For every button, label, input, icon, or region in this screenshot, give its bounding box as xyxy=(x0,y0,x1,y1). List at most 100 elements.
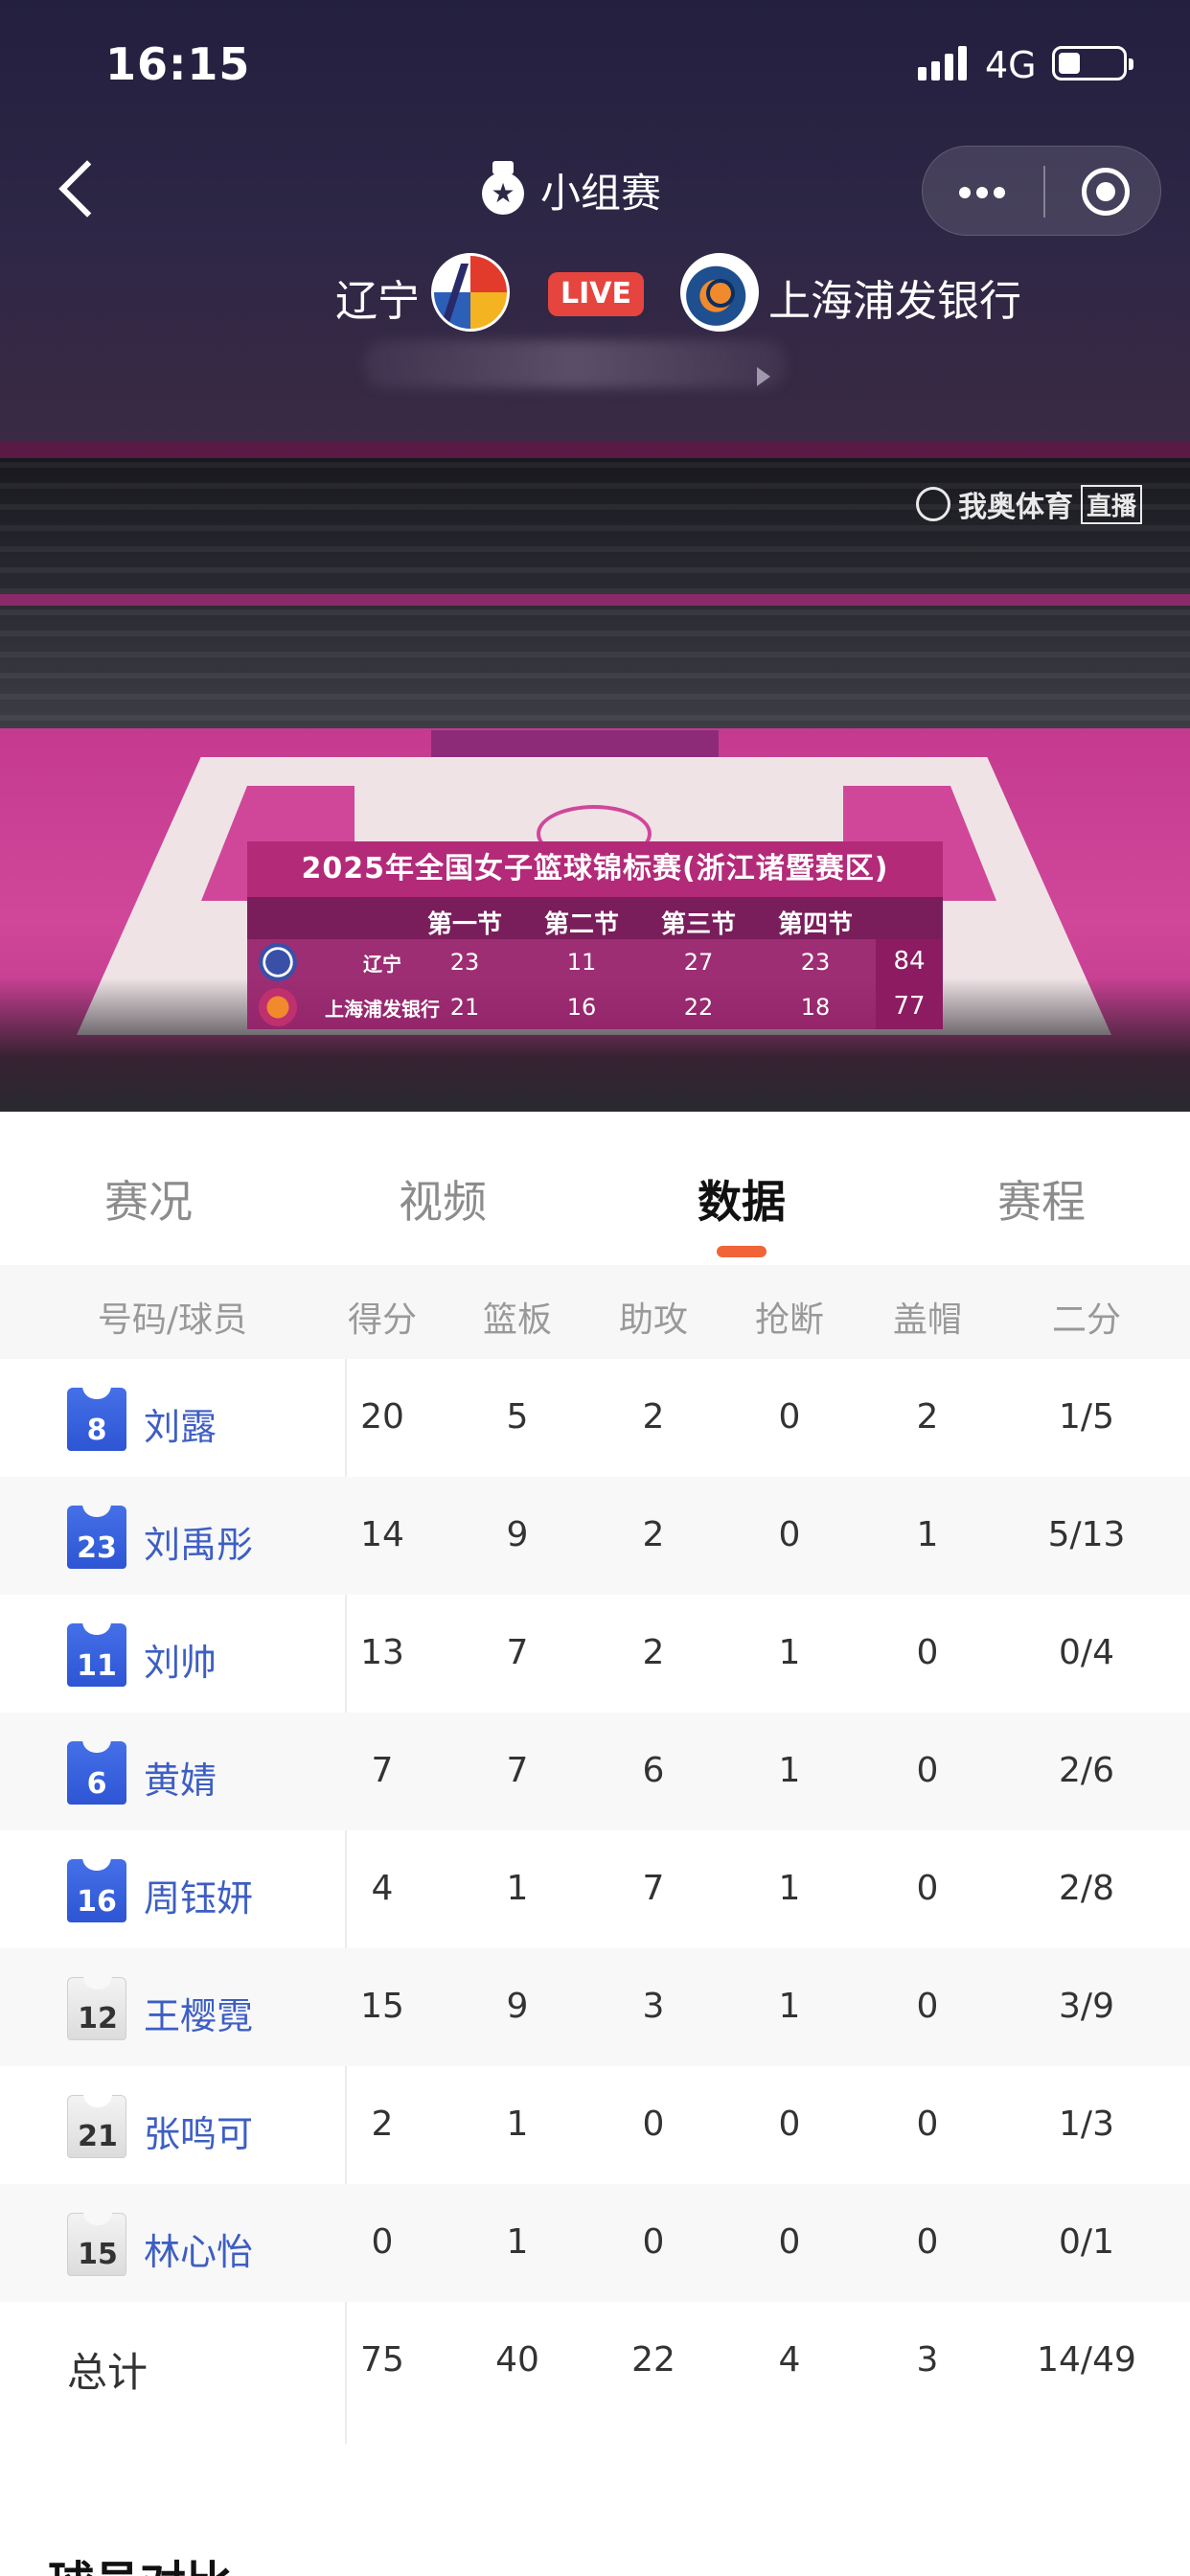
table-row[interactable]: 23 刘禹彤 14 9 2 0 1 5/13 xyxy=(0,1477,1190,1595)
stat-rebounds: 9 xyxy=(506,1515,529,1554)
stat-points: 15 xyxy=(360,1987,404,2026)
stat-blocks: 0 xyxy=(916,1869,939,1908)
table-row[interactable]: 11 刘帅 13 7 2 1 0 0/4 xyxy=(0,1595,1190,1713)
column-header-points: 得分 xyxy=(347,1300,417,1340)
table-total-row: 总计 75 40 22 4 3 14/49 xyxy=(0,2302,1190,2420)
total-label: 总计 xyxy=(67,2349,149,2396)
scoreboard-row-away: 上海浦发银行 21 16 22 18 77 xyxy=(247,984,943,1029)
stat-assists: 2 xyxy=(642,1515,665,1554)
jersey-number: 11 xyxy=(77,1649,117,1683)
table-row[interactable]: 16 周钰妍 4 1 7 1 0 2/8 xyxy=(0,1830,1190,1948)
stat-points: 14 xyxy=(360,1515,404,1554)
broadcaster-tag: 直播 xyxy=(1080,484,1142,524)
jersey-number: 21 xyxy=(78,2120,118,2153)
away-team-logo[interactable] xyxy=(680,253,759,332)
table-row[interactable]: 21 张鸣可 2 1 0 0 0 1/3 xyxy=(0,2066,1190,2184)
quarter-score: 18 xyxy=(800,994,831,1021)
broadcaster-watermark: 我奥体育 直播 xyxy=(915,483,1142,525)
home-mini-logo-icon xyxy=(259,943,297,981)
jersey-number: 16 xyxy=(77,1885,117,1919)
live-video-player[interactable]: 我奥体育 直播 2025年全国女子篮球锦标赛(浙江诸暨赛区) 第一节 第二节 第… xyxy=(0,441,1190,1112)
stat-points: 20 xyxy=(360,1397,404,1437)
live-badge: LIVE xyxy=(548,272,644,316)
stat-steals: 0 xyxy=(778,2104,801,2144)
stat-two-pointers: 1/3 xyxy=(1059,2104,1114,2144)
player-name-link[interactable]: 刘露 xyxy=(144,1397,217,1450)
stat-rebounds: 7 xyxy=(506,1633,529,1672)
home-team-name[interactable]: 辽宁 xyxy=(335,266,420,328)
quarter-score: 22 xyxy=(683,994,714,1021)
back-button[interactable] xyxy=(50,153,107,226)
quarter-score: 23 xyxy=(800,949,831,976)
player-stats-table: 号码/球员 得分 篮板 助攻 抢断 盖帽 二分 8 刘露 20 5 2 0 2 1/5 23 刘禹… xyxy=(0,1265,1190,2472)
stat-points: 13 xyxy=(360,1633,404,1672)
quarter-score: 21 xyxy=(449,994,480,1021)
player-name-link[interactable]: 刘禹彤 xyxy=(144,1515,253,1568)
match-teams-line: 辽宁 LIVE 上海浦发银行 xyxy=(0,251,1190,334)
jersey-icon: 8 xyxy=(67,1386,126,1451)
stat-rebounds: 5 xyxy=(506,1397,529,1437)
close-target-icon[interactable] xyxy=(1082,168,1130,216)
active-tab-indicator xyxy=(717,1246,767,1257)
jersey-icon: 21 xyxy=(67,2094,126,2158)
tab-overview[interactable]: 赛况 xyxy=(53,1167,244,1230)
quarter-label: 第四节 xyxy=(777,910,853,939)
broadcaster-name: 我奥体育 xyxy=(957,491,1073,524)
jersey-icon: 16 xyxy=(67,1857,126,1922)
jersey-icon: 15 xyxy=(67,2212,126,2276)
stat-rebounds: 1 xyxy=(506,2104,529,2144)
tab-bar: 赛况 视频 数据 赛程 xyxy=(0,1112,1190,1265)
player-name-link[interactable]: 周钰妍 xyxy=(144,1869,253,1921)
stat-assists: 3 xyxy=(642,1987,665,2026)
round-title: ★ 小组赛 xyxy=(479,161,661,218)
table-row[interactable]: 8 刘露 20 5 2 0 2 1/5 xyxy=(0,1359,1190,1477)
match-header: 16:15 4G ★ 小组赛 辽宁 LIVE 上海浦发银行 xyxy=(0,0,1190,441)
stat-blocks: 2 xyxy=(916,1397,939,1437)
stat-blocks: 0 xyxy=(916,2222,939,2262)
jersey-number: 12 xyxy=(78,2002,118,2036)
stat-two-pointers: 0/4 xyxy=(1059,1633,1114,1672)
column-header-player: 号码/球员 xyxy=(97,1300,248,1340)
table-row[interactable]: 6 黄婧 7 7 6 1 0 2/6 xyxy=(0,1713,1190,1830)
stat-blocks: 0 xyxy=(916,1751,939,1790)
away-team-name[interactable]: 上海浦发银行 xyxy=(768,266,1021,328)
home-team-logo[interactable] xyxy=(431,253,510,332)
table-header: 号码/球员 得分 篮板 助攻 抢断 盖帽 二分 xyxy=(0,1265,1190,1359)
quarter-score: 27 xyxy=(683,949,714,976)
quarter-label: 第三节 xyxy=(660,910,736,939)
player-name-link[interactable]: 王樱霓 xyxy=(144,1987,253,2039)
stat-steals: 0 xyxy=(778,1515,801,1554)
table-row[interactable]: 12 王樱霓 15 9 3 1 0 3/9 xyxy=(0,1948,1190,2066)
column-header-steals: 抢断 xyxy=(754,1300,824,1340)
tab-schedule[interactable]: 赛程 xyxy=(946,1167,1137,1230)
scoreboard-quarter-header: 第一节 第二节 第三节 第四节 xyxy=(247,897,943,939)
jersey-number: 6 xyxy=(86,1767,107,1801)
away-mini-logo-icon xyxy=(259,988,297,1026)
stat-two-pointers: 5/13 xyxy=(1047,1515,1126,1554)
quarter-score: 16 xyxy=(566,994,597,1021)
total-blocks: 3 xyxy=(916,2340,939,2380)
tab-video[interactable]: 视频 xyxy=(347,1167,538,1230)
status-time: 16:15 xyxy=(105,38,251,90)
player-name-link[interactable]: 张鸣可 xyxy=(144,2104,253,2157)
stat-two-pointers: 0/1 xyxy=(1059,2222,1114,2262)
stat-blocks: 0 xyxy=(916,2104,939,2144)
tab-stats[interactable]: 数据 xyxy=(646,1167,837,1230)
stat-assists: 0 xyxy=(642,2222,665,2262)
stat-rebounds: 1 xyxy=(506,2222,529,2262)
stat-rebounds: 1 xyxy=(506,1869,529,1908)
stat-steals: 1 xyxy=(778,1751,801,1790)
player-name-link[interactable]: 林心怡 xyxy=(144,2222,253,2275)
total-rebounds: 40 xyxy=(495,2340,539,2380)
column-header-blocks: 盖帽 xyxy=(892,1300,962,1340)
stat-points: 2 xyxy=(371,2104,394,2144)
quarter-label: 第一节 xyxy=(426,910,502,939)
player-name-link[interactable]: 刘帅 xyxy=(144,1633,217,1686)
more-icon[interactable] xyxy=(951,166,1028,218)
player-name-link[interactable]: 黄婧 xyxy=(144,1751,217,1804)
arena-banner xyxy=(0,441,1190,458)
scoreboard-overlay: 2025年全国女子篮球锦标赛(浙江诸暨赛区) 第一节 第二节 第三节 第四节 辽… xyxy=(247,841,943,1029)
stat-two-pointers: 3/9 xyxy=(1059,1987,1114,2026)
table-row[interactable]: 15 林心怡 0 1 0 0 0 0/1 xyxy=(0,2184,1190,2302)
battery-icon xyxy=(1052,46,1133,80)
